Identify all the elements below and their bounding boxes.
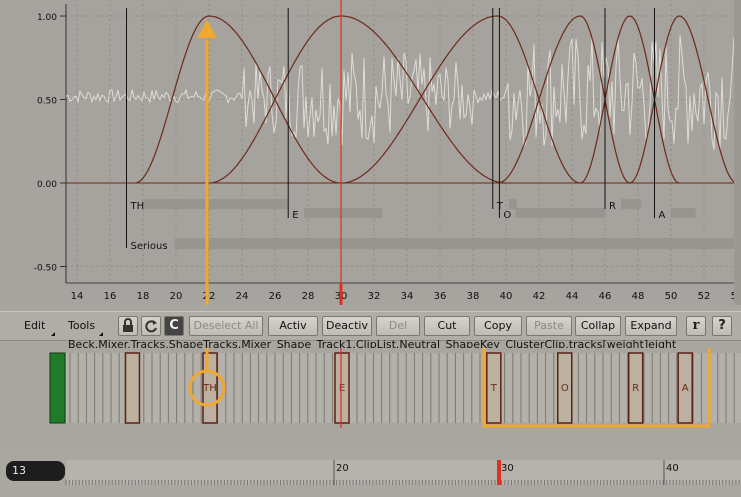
playhead-handle — [340, 283, 343, 305]
deselect-all-button[interactable]: Deselect All — [189, 316, 263, 336]
edit-menu[interactable]: Edit — [24, 319, 45, 332]
x-tick-label: 24 — [236, 291, 249, 302]
deactivate-button[interactable]: Deactiv — [322, 316, 372, 336]
phoneme-label: E — [292, 210, 298, 221]
x-tick-label: 22 — [203, 291, 216, 302]
serious-duration-bar — [175, 238, 741, 249]
graph-scrollbar — [734, 0, 741, 305]
shape-animation-editor: 1.00 0.50 0.00 -0.50 TH E T O R A Serious 14 16 18 20 2… — [0, 0, 741, 493]
copy-button[interactable]: Copy — [474, 316, 522, 336]
y-tick-label: 0.00 — [37, 180, 57, 190]
mixer-toolbar: Edit Tools C Deselect All Activ Deactiv … — [0, 311, 741, 341]
x-tick-label: 38 — [467, 291, 480, 302]
activate-button[interactable]: Activ — [268, 316, 318, 336]
track-active-indicator — [50, 353, 65, 423]
tools-menu[interactable]: Tools — [68, 319, 95, 332]
shape-clip-label: TH — [202, 383, 217, 394]
clip-track[interactable]: TH E T O R A — [0, 348, 741, 428]
help-icon[interactable]: ? — [712, 316, 732, 336]
x-tick-label: 50 — [665, 291, 678, 302]
r-icon[interactable]: r — [686, 316, 706, 336]
fcurve-graph[interactable]: 1.000.500.00-0.50THETORASerious141618202… — [0, 0, 741, 305]
phoneme-duration-bar — [304, 208, 382, 218]
x-tick-label: 36 — [434, 291, 447, 302]
delete-button[interactable]: Del — [376, 316, 420, 336]
y-tick-label: 1.00 — [37, 13, 57, 23]
ruler-playhead — [497, 460, 501, 485]
current-frame-field[interactable]: 13 — [6, 461, 65, 481]
x-tick-label: 28 — [302, 291, 315, 302]
lock-icon[interactable] — [118, 316, 138, 336]
phoneme-label: TH — [130, 201, 145, 212]
x-tick-label: 40 — [500, 291, 513, 302]
shape-clip-label: A — [682, 383, 689, 394]
serious-track-label: Serious — [131, 241, 168, 252]
clip-track-view[interactable]: TH E T O R A — [0, 348, 741, 428]
phoneme-label: O — [503, 210, 511, 221]
expand-button[interactable]: Expand — [625, 316, 677, 336]
ruler-tick-label: 40 — [666, 463, 679, 474]
x-tick-label: 48 — [632, 291, 645, 302]
edit-menu-arrow-icon — [51, 332, 55, 336]
timeline-ruler[interactable]: 20304050 — [0, 450, 741, 493]
phoneme-duration-bar — [143, 199, 289, 209]
x-tick-label: 44 — [566, 291, 579, 302]
timeline-bar: 20304050 — [0, 450, 741, 493]
shape-clip-label: T — [490, 383, 498, 394]
x-tick-label: 16 — [104, 291, 117, 302]
shape-clip-label: R — [632, 383, 639, 394]
tools-menu-arrow-icon — [99, 332, 103, 336]
ruler-tick-label: 30 — [501, 463, 514, 474]
x-tick-label: 42 — [533, 291, 546, 302]
refresh-icon[interactable] — [141, 316, 161, 336]
x-tick-label: 32 — [368, 291, 381, 302]
x-tick-label: 52 — [698, 291, 711, 302]
phoneme-duration-bar — [515, 208, 605, 218]
fcurve-graph-panel[interactable]: 1.000.500.00-0.50THETORASerious141618202… — [0, 0, 741, 305]
shape-clip-label: O — [561, 383, 569, 394]
x-tick-label: 18 — [137, 291, 150, 302]
c-icon[interactable]: C — [164, 316, 184, 336]
shape-clip-label: E — [339, 383, 345, 394]
collapse-button[interactable]: Collap — [575, 316, 621, 336]
phoneme-duration-bar — [671, 208, 696, 218]
phoneme-duration-bar — [621, 199, 641, 209]
x-tick-label: 34 — [401, 291, 414, 302]
x-tick-label: 46 — [599, 291, 612, 302]
x-tick-label: 20 — [170, 291, 183, 302]
phoneme-label: A — [659, 210, 666, 221]
x-tick-label: 14 — [71, 291, 84, 302]
shape-clip — [125, 353, 139, 423]
ruler-tick-label: 20 — [336, 463, 349, 474]
phoneme-duration-bar — [509, 199, 517, 209]
x-tick-label: 26 — [269, 291, 282, 302]
phoneme-label: R — [609, 201, 616, 212]
cut-button[interactable]: Cut — [424, 316, 470, 336]
y-tick-label: -0.50 — [34, 264, 58, 274]
paste-button[interactable]: Paste — [526, 316, 572, 336]
y-tick-label: 0.50 — [37, 97, 57, 107]
